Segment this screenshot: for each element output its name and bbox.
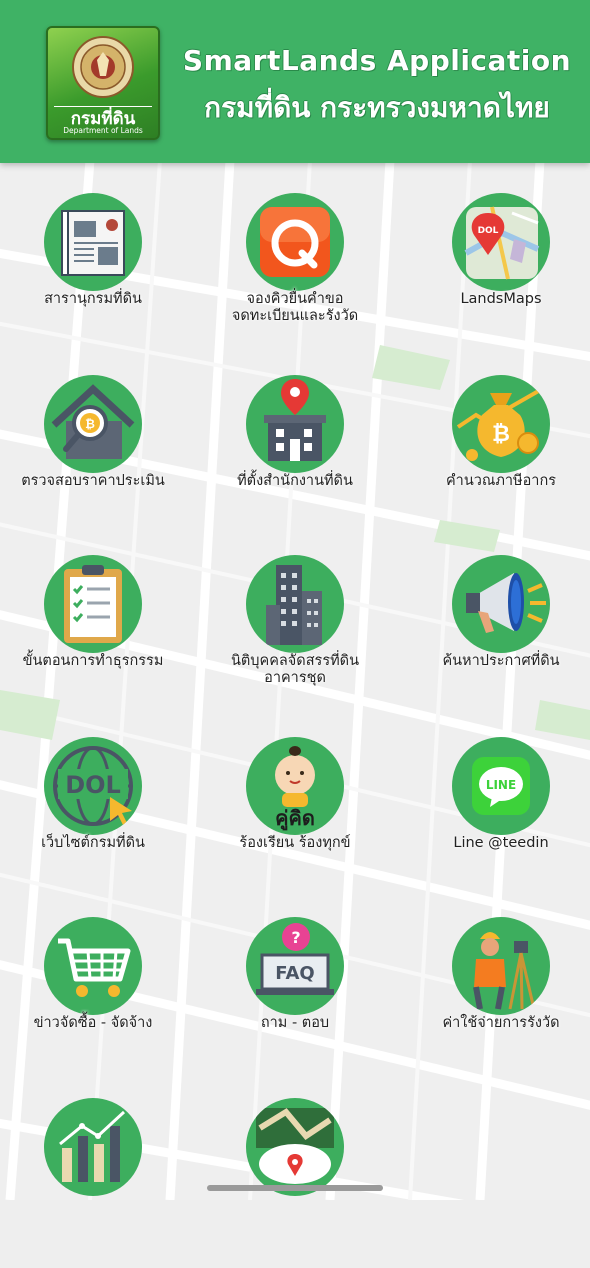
khukhit-mascot-icon: คู่คิด [275,746,315,832]
menu-juristic-person[interactable]: นิติบุคคลจัดสรรที่ดิน อาคารชุด [200,555,390,725]
menu-queue-booking[interactable]: จองคิวยื่นคำขอ จดทะเบียนและรังวัด [200,193,390,363]
faq-circle: ? FAQ [246,917,344,1015]
complaint-label: ร้องเรียน ร้องทุกข์ [239,835,351,851]
survey-cost-label: ค่าใช้จ่ายการรังวัด [442,1015,560,1031]
dol-globe-icon: DOL [53,746,133,827]
menu-check-price[interactable]: ₿ ตรวจสอบราคาประเมิน [0,375,188,545]
website-label: เว็บไซต์กรมที่ดิน [41,835,145,851]
building-icon [266,565,322,645]
shopping-cart-icon [58,938,131,997]
menu-faq[interactable]: ? FAQ ถาม - ตอบ [200,917,390,1087]
transaction-steps-circle [44,555,142,653]
app-subtitle: กรมที่ดิน กระทรวงมหาดไทย [204,91,550,124]
menu-statistics[interactable] [0,1098,188,1268]
menu-tax-calculation[interactable]: ₿ คำนวณภาษีอากร [406,375,590,545]
menu-website[interactable]: DOL เว็บไซต์กรมที่ดิน [0,737,188,907]
house-price-icon: ₿ [51,384,135,459]
tax-calculation-label: คำนวณภาษีอากร [445,473,557,489]
newspaper-icon [61,210,125,276]
svg-text:₿: ₿ [492,422,510,447]
svg-text:DOL: DOL [478,226,499,236]
menu-land-map[interactable] [200,1098,390,1268]
complaint-circle: คู่คิด [246,737,344,835]
clipboard-checklist-icon [64,565,122,643]
queue-booking-label: จองคิวยื่นคำขอ จดทะเบียนและรังวัด [231,291,359,324]
megaphone-icon [466,573,546,633]
land-map-circle [246,1098,344,1196]
check-price-circle: ₿ [44,375,142,473]
faq-label: ถาม - ตอบ [260,1015,330,1031]
statistics-circle [44,1098,142,1196]
menu-survey-cost[interactable]: ค่าใช้จ่ายการรังวัด [406,917,590,1087]
app-title: SmartLands Application [182,44,572,77]
tax-calculation-circle: ₿ [452,375,550,473]
search-announcement-circle [452,555,550,653]
money-bag-icon: ₿ [456,385,546,461]
line-icon: LINE [472,757,530,815]
emblem-icon [72,36,134,98]
app-header: กรมที่ดิน Department of Lands SmartLands… [0,0,590,163]
menu-line[interactable]: LINE Line @teedin [406,737,590,907]
svg-text:DOL: DOL [65,771,121,799]
landsmaps-circle: DOL [452,193,550,291]
menu-search-announcement[interactable]: ค้นหาประกาศที่ดิน [406,555,590,725]
check-price-label: ตรวจสอบราคาประเมิน [21,473,165,489]
transaction-steps-label: ขั้นตอนการทำธุรกรรม [22,653,164,669]
line-circle: LINE [452,737,550,835]
encyclopedia-label: สารานุกรมที่ดิน [44,291,142,307]
svg-text:?: ? [291,928,300,947]
office-location-label: ที่ตั้งสำนักงานที่ดิน [237,473,353,489]
line-label: Line @teedin [453,835,549,851]
menu-landsmaps[interactable]: DOL LandsMaps [406,193,590,363]
juristic-person-circle [246,555,344,653]
menu-complaint[interactable]: คู่คิด ร้องเรียน ร้องทุกข์ [200,737,390,907]
menu-office-location[interactable]: ที่ตั้งสำนักงานที่ดิน [200,375,390,545]
office-location-icon [264,379,326,461]
procurement-news-label: ข่าวจัดซื้อ - จัดจ้าง [33,1015,153,1031]
menu-encyclopedia[interactable]: สารานุกรมที่ดิน [0,193,188,363]
search-announcement-label: ค้นหาประกาศที่ดิน [442,653,560,669]
map-pin-icon: DOL [464,206,540,280]
svg-text:คู่คิด: คู่คิด [275,806,315,832]
landsmaps-label: LandsMaps [460,291,542,307]
website-circle: DOL [44,737,142,835]
bar-chart-icon [59,1110,126,1182]
svg-text:₿: ₿ [85,417,95,431]
svg-text:FAQ: FAQ [275,963,314,984]
land-map-icon [256,1108,334,1184]
juristic-person-label: นิติบุคคลจัดสรรที่ดิน อาคารชุด [230,653,360,686]
department-of-lands-logo: กรมที่ดิน Department of Lands [46,26,160,140]
logo-english-text: Department of Lands [63,126,143,135]
office-location-circle [246,375,344,473]
svg-text:LINE: LINE [486,778,516,792]
menu-transaction-steps[interactable]: ขั้นตอนการทำธุรกรรม [0,555,188,725]
menu-procurement-news[interactable]: ข่าวจัดซื้อ - จัดจ้าง [0,917,188,1087]
procurement-news-circle [44,917,142,1015]
faq-icon: ? FAQ [256,923,334,995]
queue-booking-circle [246,193,344,291]
survey-cost-circle [452,917,550,1015]
encyclopedia-circle [44,193,142,291]
queue-app-icon [260,207,330,277]
home-indicator[interactable] [207,1185,383,1191]
surveyor-icon [473,932,536,1010]
